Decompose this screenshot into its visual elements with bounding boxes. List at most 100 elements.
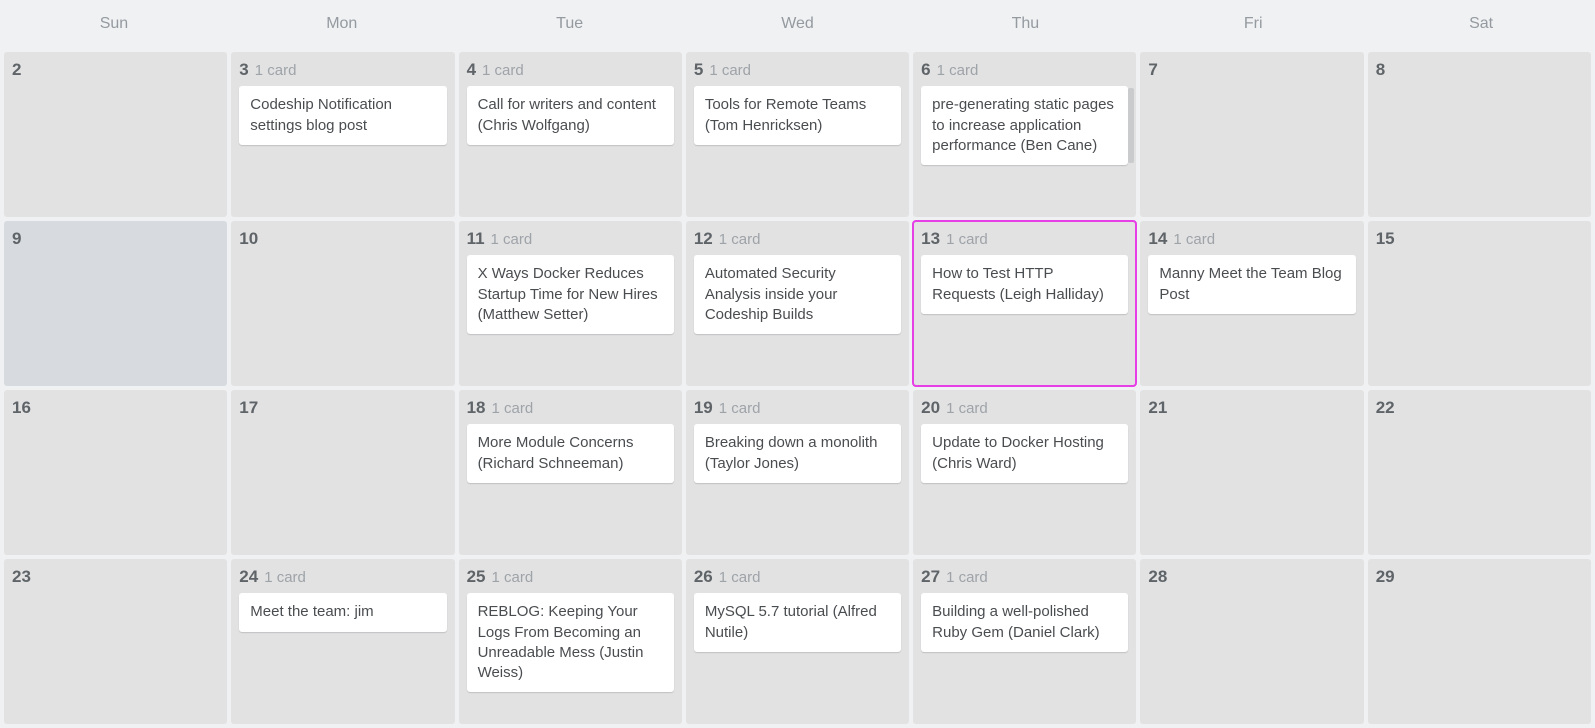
day-cell[interactable]: 181 cardMore Module Concerns (Richard Sc… [459,390,682,555]
calendar-grid: 231 cardCodeship Notification settings b… [0,48,1595,728]
day-number: 3 [239,60,248,80]
weekday-header-row: Sun Mon Tue Wed Thu Fri Sat [0,0,1595,48]
day-cell[interactable]: 131 cardHow to Test HTTP Requests (Leigh… [913,221,1136,386]
card-list: Meet the team: jim [239,593,446,631]
day-cell[interactable]: 28 [1140,559,1363,724]
card-list: How to Test HTTP Requests (Leigh Hallida… [921,255,1128,314]
card-list: Automated Security Analysis inside your … [694,255,901,334]
day-cell[interactable]: 3 1 card Codeship Notification settings bl… [231,52,454,217]
day-cell[interactable]: 2 [4,52,227,217]
weekday-thu: Thu [911,15,1139,33]
day-cell[interactable]: 141 cardManny Meet the Team Blog Post [1140,221,1363,386]
day-cell[interactable]: 15 [1368,221,1591,386]
calendar-card[interactable]: Tools for Remote Teams (Tom Henricksen) [694,86,901,145]
day-number: 6 [921,60,930,80]
card-wrap: X Ways Docker Reduces Startup Time for N… [467,255,674,334]
day-header: 15 [1376,229,1583,249]
day-cell[interactable]: 4 1 card Call for writers and content (Chr… [459,52,682,217]
day-cell[interactable]: 17 [231,390,454,555]
day-cell[interactable]: 21 [1140,390,1363,555]
card-wrap: Codeship Notification settings blog post [239,86,446,145]
day-cell[interactable]: 121 cardAutomated Security Analysis insi… [686,221,909,386]
card-list: pre-generating static pages to increase … [921,86,1128,165]
day-header: 10 [239,229,446,249]
card-count: 1 card [946,569,988,587]
card-count: 1 card [482,62,524,80]
day-number: 27 [921,567,940,587]
day-number: 19 [694,398,713,418]
day-number: 24 [239,567,258,587]
calendar-card[interactable]: More Module Concerns (Richard Schneeman) [467,424,674,483]
day-number: 20 [921,398,940,418]
day-header: 7 [1148,60,1355,80]
card-list: Call for writers and content (Chris Wolf… [467,86,674,145]
calendar-card[interactable]: How to Test HTTP Requests (Leigh Hallida… [921,255,1128,314]
calendar-card[interactable]: Meet the team: jim [239,593,446,631]
weekday-fri: Fri [1139,15,1367,33]
card-list: More Module Concerns (Richard Schneeman) [467,424,674,483]
day-number: 12 [694,229,713,249]
day-cell[interactable]: 27 1 card Building a well-polished Ruby Ge… [913,559,1136,724]
calendar-card[interactable]: Update to Docker Hosting (Chris Ward) [921,424,1128,483]
day-cell[interactable]: 29 [1368,559,1591,724]
day-cell[interactable]: 19 1 card Breaking down a monolith (Taylor… [686,390,909,555]
calendar-card[interactable]: Manny Meet the Team Blog Post [1148,255,1355,314]
day-number: 10 [239,229,258,249]
day-cell[interactable]: 51 cardTools for Remote Teams (Tom Henri… [686,52,909,217]
day-header: 23 [12,567,219,587]
day-cell[interactable]: 251 card REBLOG: Keeping Your Logs From B… [459,559,682,724]
calendar-card[interactable]: REBLOG: Keeping Your Logs From Becoming … [467,593,674,692]
day-header: 201 card [921,398,1128,418]
day-cell[interactable]: 201 card Update to Docker Hosting (Chris … [913,390,1136,555]
day-header: 27 1 card [921,567,1128,587]
day-header: 19 1 card [694,398,901,418]
calendar-card[interactable]: Call for writers and content (Chris Wolf… [467,86,674,145]
card-list: X Ways Docker Reduces Startup Time for N… [467,255,674,334]
day-header: 4 1 card [467,60,674,80]
day-cell[interactable]: 9 [4,221,227,386]
day-number: 5 [694,60,703,80]
day-cell[interactable]: 10 [231,221,454,386]
calendar-card[interactable]: MySQL 5.7 tutorial (Alfred Nutile) [694,593,901,652]
day-header: 8 [1376,60,1583,80]
card-count: 1 card [491,400,533,418]
day-cell[interactable]: 8 [1368,52,1591,217]
card-count: 1 card [719,569,761,587]
card-wrap: pre-generating static pages to increase … [921,86,1128,165]
day-header: 3 1 card [239,60,446,80]
calendar-card[interactable]: pre-generating static pages to increase … [921,86,1128,165]
calendar-card[interactable]: Building a well-polished Ruby Gem (Danie… [921,593,1128,652]
day-cell[interactable]: 23 [4,559,227,724]
card-wrap: Manny Meet the Team Blog Post [1148,255,1355,314]
day-number: 22 [1376,398,1395,418]
weekday-tue: Tue [456,15,684,33]
card-list: Codeship Notification settings blog post [239,86,446,145]
card-wrap: REBLOG: Keeping Your Logs From Becoming … [467,593,674,692]
day-cell[interactable]: 16 [4,390,227,555]
day-cell[interactable]: 111 cardX Ways Docker Reduces Startup Ti… [459,221,682,386]
day-cell[interactable]: 61 cardpre-generating static pages to in… [913,52,1136,217]
day-cell[interactable]: 241 cardMeet the team: jim [231,559,454,724]
calendar-card[interactable]: Breaking down a monolith (Taylor Jones) [694,424,901,483]
calendar-card[interactable]: Automated Security Analysis inside your … [694,255,901,334]
day-cell[interactable]: 7 [1140,52,1363,217]
day-number: 16 [12,398,31,418]
card-count: 1 card [255,62,297,80]
day-cell[interactable]: 261 cardMySQL 5.7 tutorial (Alfred Nutil… [686,559,909,724]
day-number: 8 [1376,60,1385,80]
calendar-card[interactable]: X Ways Docker Reduces Startup Time for N… [467,255,674,334]
day-header: 2 [12,60,219,80]
calendar-card[interactable]: Codeship Notification settings blog post [239,86,446,145]
day-number: 2 [12,60,21,80]
day-number: 4 [467,60,476,80]
card-wrap: Breaking down a monolith (Taylor Jones) [694,424,901,483]
day-number: 21 [1148,398,1167,418]
card-count: 1 card [719,400,761,418]
weekday-sun: Sun [0,15,228,33]
card-list: MySQL 5.7 tutorial (Alfred Nutile) [694,593,901,652]
day-number: 28 [1148,567,1167,587]
day-header: 251 card [467,567,674,587]
card-count: 1 card [946,231,988,249]
day-header: 9 [12,229,219,249]
day-cell[interactable]: 22 [1368,390,1591,555]
